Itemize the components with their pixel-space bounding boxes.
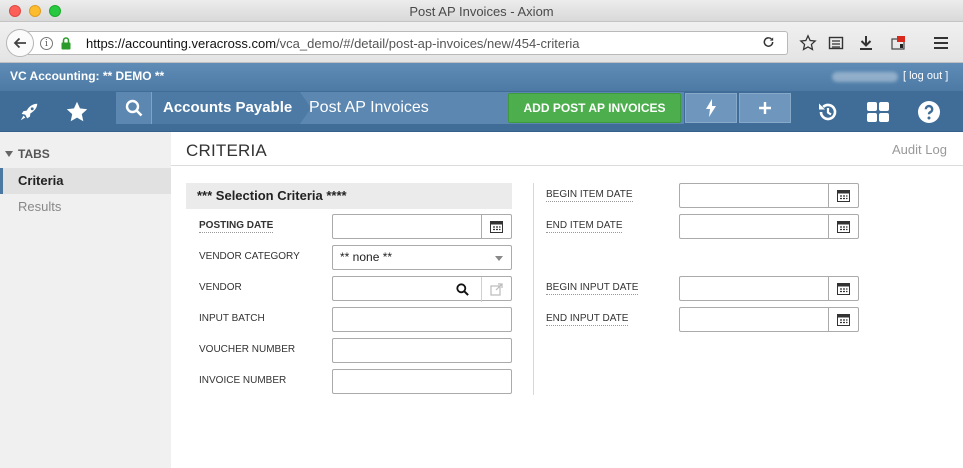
- posting-date-label: POSTING DATE: [199, 220, 274, 233]
- voucher-number-label: VOUCHER NUMBER: [199, 344, 296, 355]
- add-post-ap-invoices-button[interactable]: ADD POST AP INVOICES: [508, 93, 681, 123]
- vendor-category-label: VENDOR CATEGORY: [199, 251, 300, 262]
- tabs-heading[interactable]: TABS: [5, 147, 50, 161]
- logout-link[interactable]: [ log out ]: [903, 70, 948, 82]
- begin-item-date-field[interactable]: [679, 183, 859, 208]
- posting-date-field[interactable]: [332, 214, 512, 239]
- reload-icon[interactable]: [762, 36, 775, 52]
- arrow-left-icon: [13, 37, 26, 49]
- back-button[interactable]: [6, 29, 34, 57]
- external-link-icon[interactable]: [481, 277, 511, 302]
- add-button[interactable]: [739, 93, 791, 123]
- calendar-icon[interactable]: [481, 215, 511, 238]
- input-batch-field[interactable]: [332, 307, 512, 332]
- info-icon[interactable]: i: [40, 37, 53, 50]
- calendar-icon[interactable]: [828, 184, 858, 207]
- selection-criteria-heading: *** Selection Criteria ****: [186, 183, 512, 209]
- vendor-label: VENDOR: [199, 282, 242, 293]
- search-icon[interactable]: [116, 92, 152, 124]
- voucher-number-field[interactable]: [332, 338, 512, 363]
- calendar-icon[interactable]: [828, 215, 858, 238]
- page-title: CRITERIA: [186, 141, 267, 160]
- sidebar: TABS Criteria Results: [0, 132, 171, 468]
- actions-button[interactable]: [685, 93, 737, 123]
- vendor-category-select[interactable]: ** none **: [332, 245, 512, 270]
- window-titlebar: Post AP Invoices - Axiom: [0, 0, 963, 22]
- download-icon[interactable]: [856, 33, 876, 53]
- begin-item-date-label: BEGIN ITEM DATE: [546, 189, 633, 202]
- column-divider: [533, 183, 534, 395]
- user-name: [832, 72, 898, 82]
- input-batch-label: INPUT BATCH: [199, 313, 265, 324]
- invoice-number-label: INVOICE NUMBER: [199, 375, 287, 386]
- divider: [171, 165, 963, 166]
- calendar-icon[interactable]: [828, 277, 858, 300]
- audit-log-link[interactable]: Audit Log: [892, 142, 947, 157]
- app-header: VC Accounting: ** DEMO ** [ log out ]: [0, 63, 963, 91]
- browser-navbar: i https://accounting.veracross.com/vca_d…: [0, 22, 963, 63]
- begin-input-date-field[interactable]: [679, 276, 859, 301]
- vendor-search-icon[interactable]: [456, 283, 469, 301]
- caret-down-icon: [5, 151, 13, 157]
- hamburger-menu-icon[interactable]: [931, 33, 951, 53]
- rocket-icon[interactable]: [14, 91, 44, 132]
- dropdown-arrow-icon: [495, 256, 503, 261]
- reader-list-icon[interactable]: [826, 33, 846, 53]
- invoice-number-field[interactable]: [332, 369, 512, 394]
- history-icon[interactable]: [814, 91, 842, 132]
- breadcrumb-accounts-payable[interactable]: Accounts Payable: [152, 92, 300, 124]
- favorites-star-icon[interactable]: [63, 91, 91, 132]
- lightning-icon: [706, 99, 716, 117]
- vendor-category-value: ** none **: [340, 250, 393, 264]
- end-item-date-label: END ITEM DATE: [546, 220, 623, 233]
- breadcrumb-current: Post AP Invoices: [309, 99, 429, 116]
- calendar-icon[interactable]: [828, 308, 858, 331]
- app-name: VC Accounting: ** DEMO **: [10, 69, 165, 83]
- window-title: Post AP Invoices - Axiom: [409, 4, 554, 19]
- tab-criteria[interactable]: Criteria: [0, 168, 171, 194]
- dashboard-grid-icon[interactable]: [864, 91, 892, 132]
- plus-icon: [759, 102, 771, 114]
- begin-input-date-label: BEGIN INPUT DATE: [546, 282, 639, 295]
- end-item-date-field[interactable]: [679, 214, 859, 239]
- lock-icon: [61, 37, 71, 55]
- help-icon[interactable]: [915, 91, 943, 132]
- bookmark-star-icon[interactable]: [798, 33, 818, 53]
- address-bar[interactable]: i https://accounting.veracross.com/vca_d…: [28, 31, 788, 55]
- tab-results[interactable]: Results: [0, 194, 171, 220]
- end-input-date-label: END INPUT DATE: [546, 313, 629, 326]
- url-text: https://accounting.veracross.com/vca_dem…: [86, 36, 580, 51]
- end-input-date-field[interactable]: [679, 307, 859, 332]
- extension-icon[interactable]: [888, 33, 908, 53]
